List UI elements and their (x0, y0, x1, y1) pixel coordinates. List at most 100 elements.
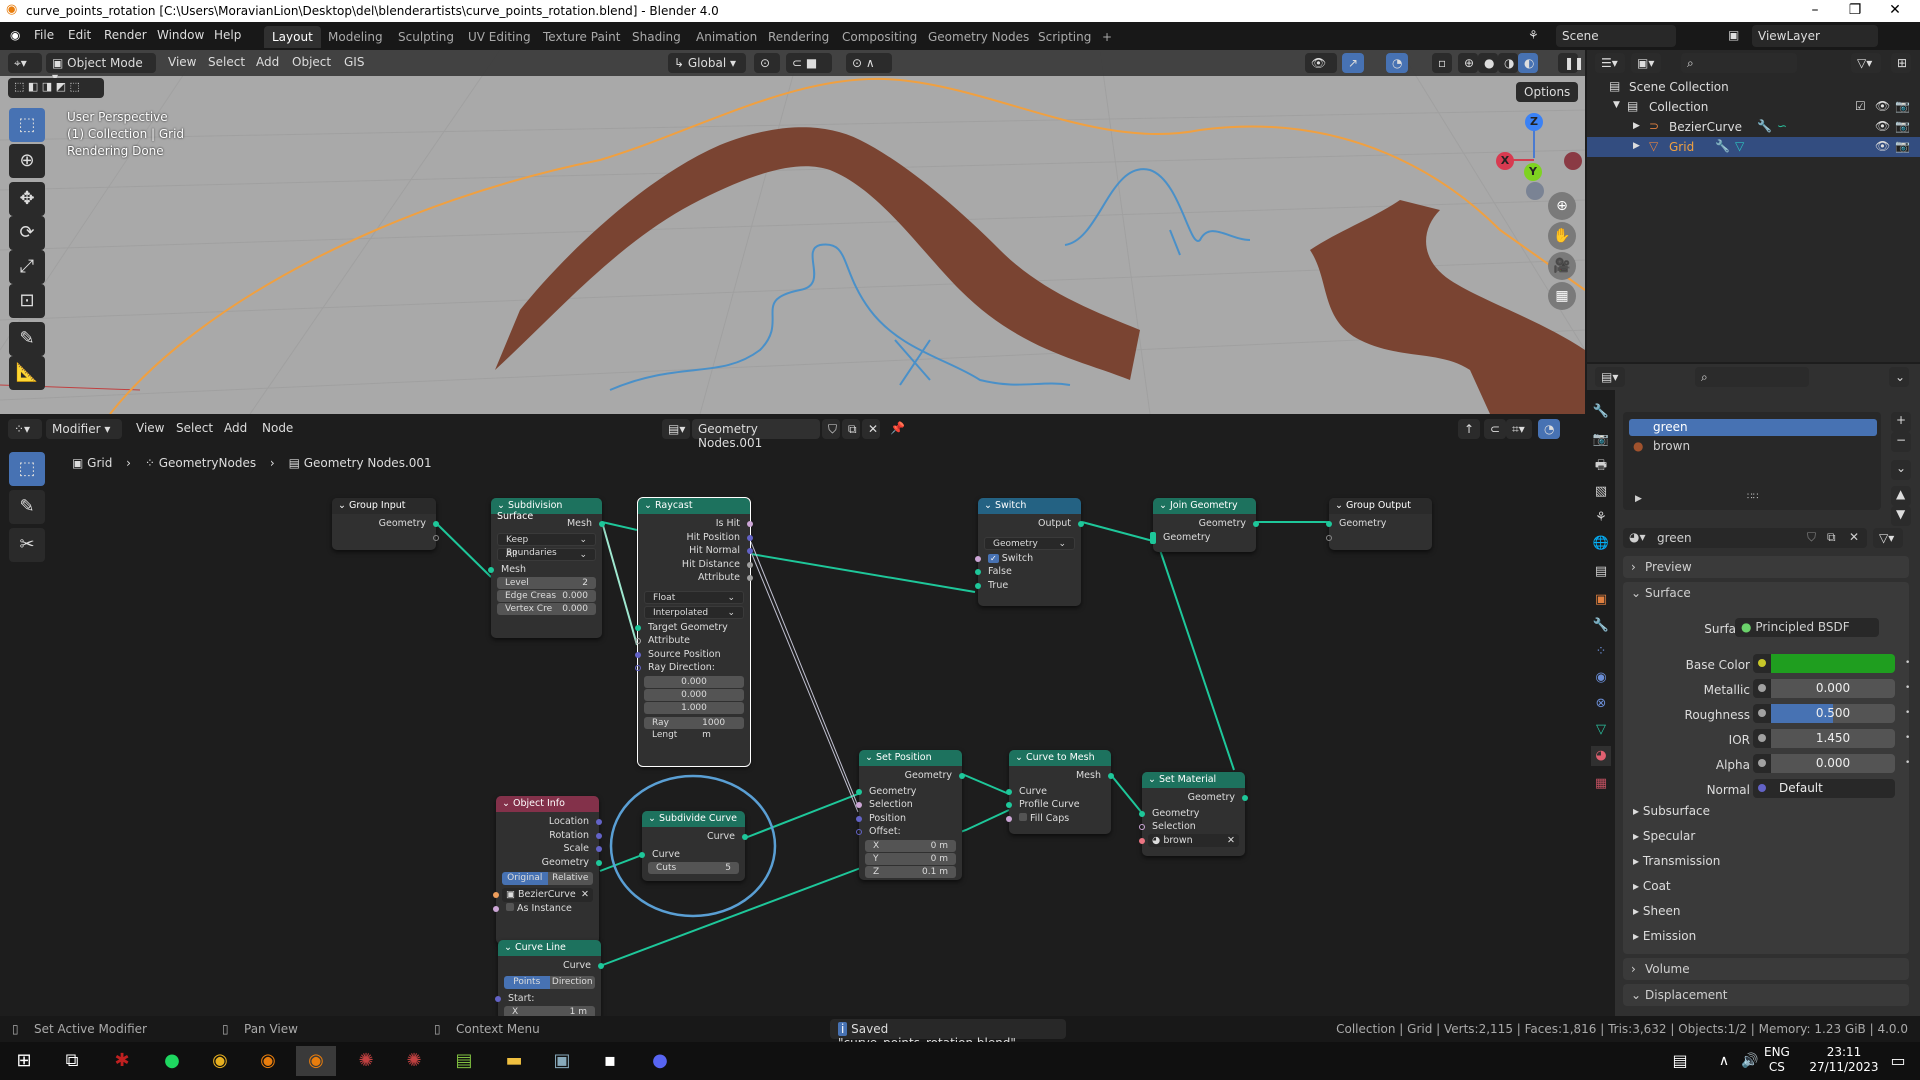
tab-animation[interactable]: Animation (688, 26, 765, 48)
filter-button[interactable]: ▽▾ (1851, 53, 1881, 73)
3d-viewport[interactable]: ⌖▾ ▣ Object Mode ▾ View Select Add Objec… (0, 50, 1585, 414)
add-workspace-button[interactable]: + (1094, 26, 1120, 48)
ray-length-field[interactable]: Ray Lengt 1000 m (644, 716, 744, 740)
scene-icon[interactable]: ⚘ (1528, 28, 1539, 42)
switch-checkbox[interactable]: ✓ (988, 553, 999, 563)
hit-distance-socket[interactable] (747, 561, 753, 568)
menu-render[interactable]: Render (104, 28, 147, 42)
empty-socket[interactable] (1326, 534, 1332, 541)
mesh-input-socket[interactable] (488, 566, 494, 573)
node-group-output[interactable]: ⌄ Group Output Geometry (1326, 498, 1432, 550)
keyframe-dot-icon[interactable]: • (1905, 683, 1910, 693)
outliner-editor-type[interactable]: ☰▾ (1595, 53, 1625, 73)
geometry-input-socket[interactable] (1139, 810, 1145, 817)
options-button[interactable]: Options (1516, 82, 1579, 102)
tab-geometry-nodes[interactable]: Geometry Nodes (920, 26, 1037, 48)
selection-socket[interactable] (1139, 824, 1145, 830)
as-instance-checkbox[interactable] (506, 902, 514, 911)
node-set-material[interactable]: ⌄ Set Material Geometry Geometry Selecti… (1139, 772, 1248, 856)
texture-tab-icon[interactable]: ▦ (1591, 774, 1611, 794)
outliner-item-beziercurve[interactable]: ▶ ⊃ BezierCurve 🔧 ∽ 👁 📷 (1587, 117, 1920, 137)
add-slot-button[interactable]: + (1891, 412, 1911, 432)
zoom-view-icon[interactable]: ⊕ (1548, 192, 1576, 220)
properties-options-dropdown[interactable]: ⌄ (1889, 367, 1909, 387)
shading-wireframe[interactable]: ⊕ (1458, 53, 1478, 73)
pivot-point-button[interactable]: ⊙ (754, 53, 780, 73)
notifications-icon[interactable]: ▭ (1878, 1046, 1918, 1076)
geometry-socket[interactable] (596, 859, 602, 866)
curve-data-icon[interactable]: ∽ (1777, 119, 1787, 133)
camera-render-icon[interactable]: 📷 (1895, 139, 1910, 153)
node-subdivision-surface[interactable]: ⌄ Subdivision Surface Mesh Keep Boundari… (488, 498, 605, 638)
xray-toggle[interactable]: ▫ (1432, 53, 1452, 73)
rotate-tool[interactable]: ⟳ (9, 216, 45, 250)
blender-menu-icon[interactable]: ◉ (10, 28, 20, 42)
geometry-output-socket[interactable] (959, 773, 965, 779)
pan-view-icon[interactable]: ✋ (1548, 222, 1576, 250)
unlink-material-icon[interactable]: ✕ (1849, 530, 1859, 544)
switch-socket[interactable] (975, 555, 981, 562)
scale-tool[interactable]: ⤢ (9, 250, 45, 284)
discord-icon[interactable]: ● (640, 1046, 680, 1076)
start-socket[interactable] (495, 995, 501, 1002)
node-object-info[interactable]: ⌄ Object Info Location Rotation Scale Ge… (493, 796, 602, 944)
view-layer-icon[interactable]: ▣ (1728, 28, 1739, 42)
material-slot-green[interactable]: green (1629, 419, 1877, 436)
offset-socket[interactable] (856, 829, 862, 835)
geometry-multi-input-socket[interactable] (1150, 531, 1156, 544)
view-layer-tab-icon[interactable]: ▧ (1591, 482, 1611, 502)
menu-window[interactable]: Window (157, 28, 204, 42)
resize-handle[interactable]: ∷∷ (1747, 492, 1758, 502)
move-tool[interactable]: ✥ (9, 182, 45, 216)
as-instance-socket[interactable] (493, 905, 499, 912)
node-group-input[interactable]: ⌄ Group Input Geometry (332, 498, 439, 550)
menu-edit[interactable]: Edit (68, 28, 91, 42)
relative-button[interactable]: Relative (547, 872, 593, 885)
gizmo-x-axis[interactable]: X (1496, 152, 1514, 170)
exclude-checkbox[interactable]: ☑ (1855, 99, 1866, 113)
outliner-collection[interactable]: ▼ ▤ Collection ☑ 👁 📷 (1587, 97, 1920, 117)
location-socket[interactable] (596, 819, 602, 825)
tab-shading[interactable]: Shading (624, 26, 689, 48)
material-slot-list[interactable]: green ● brown ▶ ∷∷ (1623, 412, 1881, 510)
node-curve-to-mesh[interactable]: ⌄ Curve to Mesh Mesh Curve Profile Curve… (1006, 750, 1114, 834)
geometry-input-socket[interactable] (1326, 521, 1332, 527)
app-red-icon[interactable]: ✱ (102, 1046, 142, 1076)
points-button[interactable]: Points (504, 975, 550, 989)
position-socket[interactable] (856, 815, 862, 822)
output-socket[interactable] (1078, 521, 1084, 527)
shading-solid[interactable]: ● (1478, 53, 1498, 73)
constraints-tab-icon[interactable]: ⊗ (1591, 694, 1611, 714)
edge-crease-field[interactable]: Edge Creas 0.000 (497, 590, 596, 602)
tab-uv-editing[interactable]: UV Editing (460, 26, 539, 48)
gizmo-z-axis[interactable]: Z (1525, 113, 1543, 131)
panel-volume[interactable]: › Volume (1623, 958, 1909, 980)
hit-position-socket[interactable] (747, 534, 753, 541)
properties-search[interactable]: ⌕ (1695, 367, 1809, 387)
node-set-position[interactable]: ⌄ Set Position Geometry Geometry Selecti… (856, 750, 965, 880)
tab-modeling[interactable]: Modeling (320, 26, 391, 48)
report-message[interactable]: i Saved "curve_points_rotation.blend" (830, 1019, 1066, 1050)
camera-render-icon[interactable]: 📷 (1895, 119, 1910, 133)
attribute-input-socket[interactable] (635, 638, 641, 644)
new-collection-button[interactable]: ⊞ (1891, 53, 1911, 73)
tab-layout[interactable]: Layout (264, 26, 321, 48)
world-tab-icon[interactable]: 🌐 (1591, 534, 1611, 554)
scene-selector[interactable]: Scene (1556, 25, 1676, 47)
geometry-socket[interactable] (433, 521, 439, 527)
render-tab-icon[interactable]: 📷 (1591, 430, 1611, 450)
gizmo-y-axis[interactable]: Y (1524, 163, 1542, 181)
measure-tool[interactable]: 📐 (9, 356, 45, 390)
object-socket[interactable] (493, 892, 499, 898)
geometry-output-socket[interactable] (1242, 795, 1248, 801)
task-view-icon[interactable]: ⧉ (52, 1046, 92, 1076)
subpanel-sheen[interactable]: ▸ Sheen (1633, 904, 1680, 918)
tab-rendering[interactable]: Rendering (760, 26, 837, 48)
camera-view-icon[interactable]: 🎥 (1548, 252, 1576, 280)
ray-direction-y[interactable]: 0.000 (644, 688, 744, 701)
display-mode-button[interactable]: ▣▾ (1631, 53, 1661, 73)
fake-user-icon[interactable]: ⛉ (1807, 530, 1816, 545)
language-indicator[interactable]: ENG CS (1764, 1045, 1790, 1075)
clock[interactable]: 23:11 27/11/2023 (1808, 1045, 1880, 1075)
expand-arrow-icon[interactable]: ▶ (1633, 141, 1640, 151)
